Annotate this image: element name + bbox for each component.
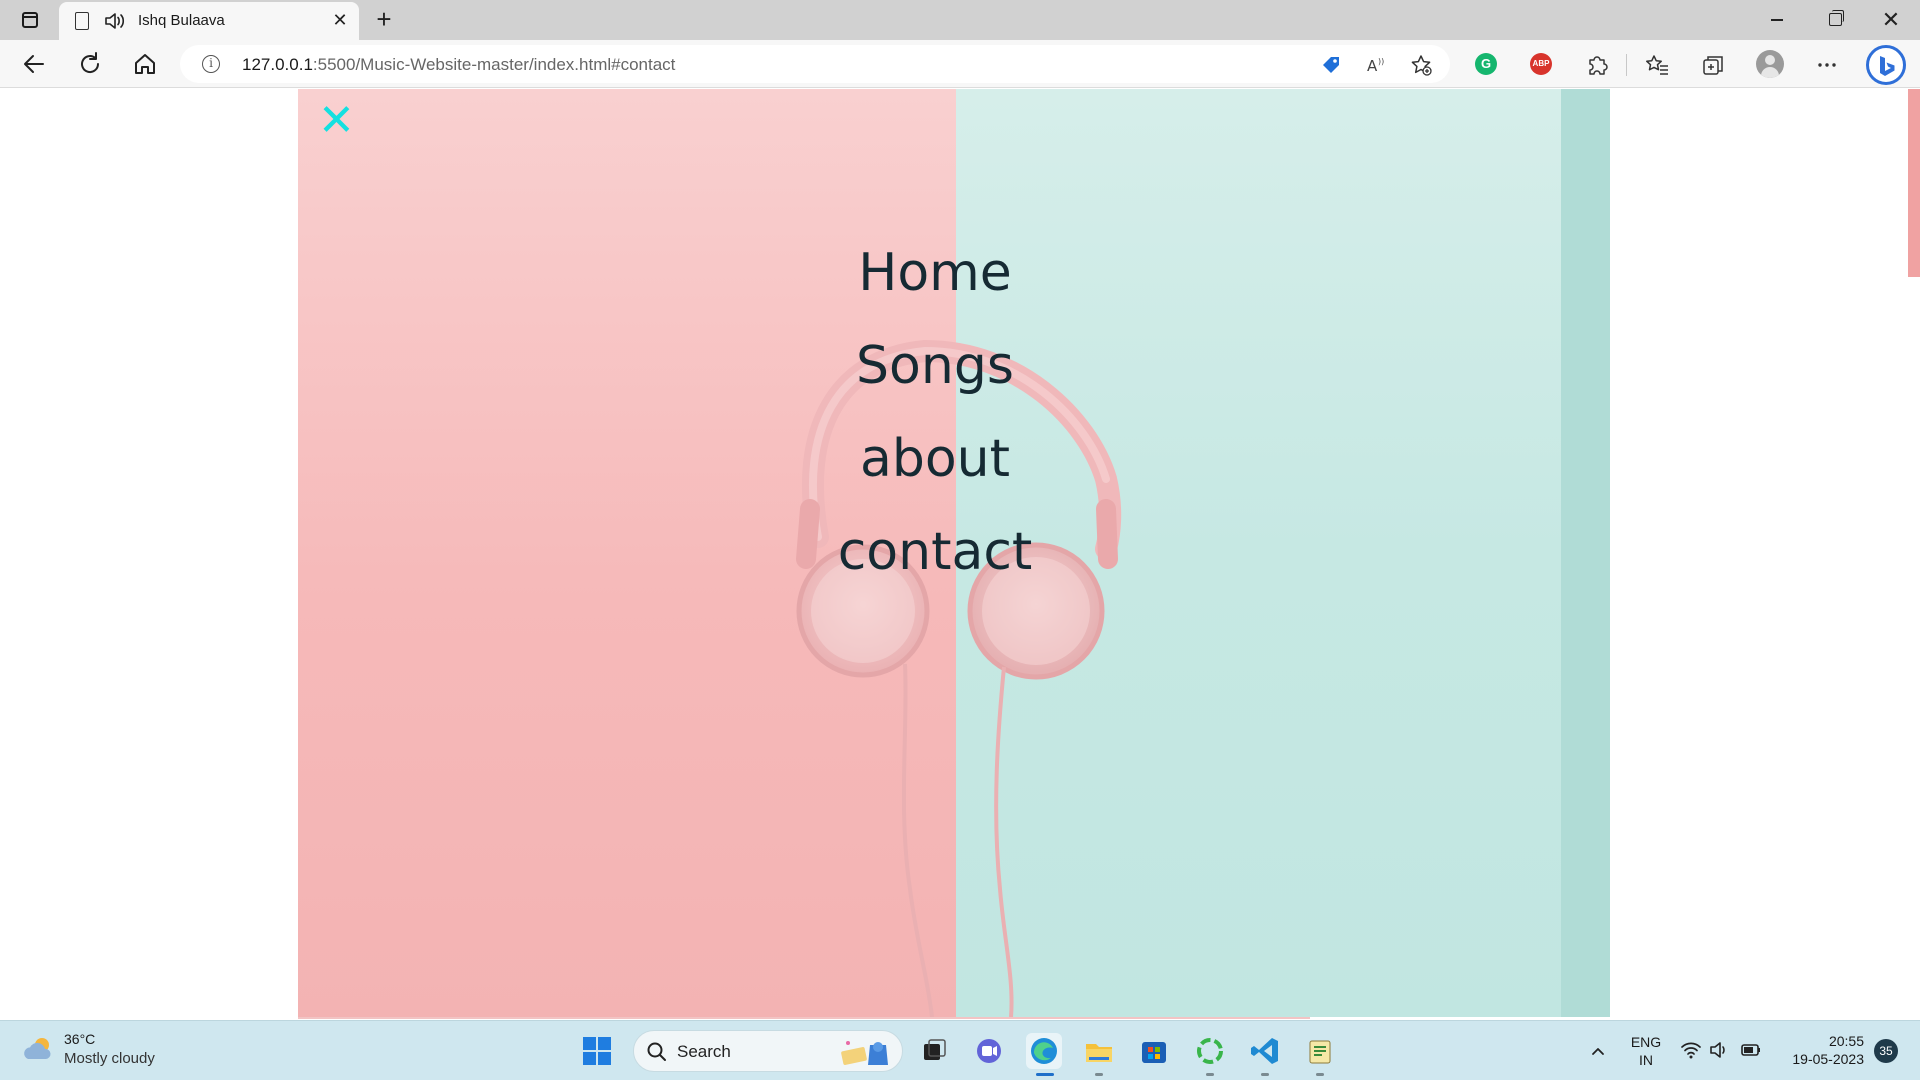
weather-temperature: 36°C: [64, 1031, 96, 1047]
home-icon[interactable]: [129, 48, 161, 80]
running-indicator-circular: [1206, 1073, 1214, 1076]
weather-description: Mostly cloudy: [64, 1050, 155, 1067]
running-indicator-notepad: [1316, 1073, 1324, 1076]
search-icon: [647, 1042, 666, 1061]
windows-start-icon[interactable]: [583, 1037, 613, 1067]
taskbar: 36°C Mostly cloudy Search ENG IN 20:55 1…: [0, 1020, 1920, 1080]
speaker-icon[interactable]: [103, 10, 127, 32]
volume-icon[interactable]: [1708, 1040, 1730, 1060]
web-page: ✕ Home Songs about contact: [0, 89, 1920, 1019]
task-view-icon[interactable]: [916, 1033, 952, 1069]
tab-title: Ishq Bulaava: [138, 12, 225, 29]
page-icon: [75, 12, 89, 30]
extensions-icon[interactable]: [1584, 52, 1610, 78]
menu-item-about[interactable]: about: [735, 413, 1135, 506]
nav-menu: Home Songs about contact: [735, 227, 1135, 599]
microsoft-store-icon[interactable]: [1136, 1033, 1172, 1069]
circular-app-icon[interactable]: [1192, 1033, 1228, 1069]
hero-bottom-border: [298, 1017, 1310, 1019]
reload-icon[interactable]: [74, 48, 106, 80]
menu-item-home[interactable]: Home: [735, 227, 1135, 320]
url-text[interactable]: 127.0.0.1:5500/Music-Website-master/inde…: [242, 55, 675, 75]
minimize-button[interactable]: [1748, 0, 1806, 40]
teams-chat-icon[interactable]: [971, 1033, 1007, 1069]
favorites-icon[interactable]: [1644, 52, 1670, 78]
search-highlight-icon: [841, 1041, 888, 1065]
grammarly-extension-icon[interactable]: G: [1475, 53, 1497, 75]
search-label: Search: [677, 1042, 731, 1061]
browser-toolbar: i 127.0.0.1:5500/Music-Website-master/in…: [0, 40, 1920, 88]
menu-item-contact[interactable]: contact: [735, 506, 1135, 599]
notepad-app-icon[interactable]: [1302, 1033, 1338, 1069]
language-indicator[interactable]: ENG IN: [1628, 1033, 1664, 1069]
taskbar-search[interactable]: Search: [633, 1030, 903, 1072]
battery-icon[interactable]: [1740, 1040, 1762, 1060]
shopping-tag-icon[interactable]: [1320, 54, 1342, 76]
toolbar-divider: [1626, 54, 1627, 76]
language-code: ENG: [1630, 1034, 1662, 1050]
running-indicator-vscode: [1261, 1073, 1269, 1076]
page-scrollbar[interactable]: [1908, 89, 1920, 277]
notification-badge[interactable]: 35: [1874, 1039, 1898, 1063]
url-path: :5500/Music-Website-master/index.html#co…: [312, 55, 676, 74]
close-tab-icon[interactable]: ✕: [329, 9, 351, 31]
clock-time: 20:55: [1828, 1033, 1864, 1049]
edge-browser-icon[interactable]: [1026, 1033, 1062, 1069]
cloudy-weather-icon[interactable]: [22, 1035, 56, 1063]
profile-avatar[interactable]: [1756, 50, 1784, 78]
clock-date: 19-05-2023: [1792, 1051, 1864, 1067]
tab-actions-icon[interactable]: [14, 8, 46, 32]
language-region: IN: [1639, 1052, 1653, 1068]
restore-button[interactable]: [1805, 0, 1863, 40]
url-host: 127.0.0.1: [242, 55, 313, 74]
address-bar[interactable]: i 127.0.0.1:5500/Music-Website-master/in…: [180, 45, 1450, 83]
vscode-icon[interactable]: [1247, 1033, 1283, 1069]
read-aloud-icon[interactable]: A)): [1365, 54, 1387, 76]
running-indicator-explorer: [1095, 1073, 1103, 1076]
browser-tab-strip: Ishq Bulaava ✕ + ✕: [0, 0, 1920, 40]
running-indicator-edge: [1036, 1073, 1054, 1076]
browser-tab-active[interactable]: Ishq Bulaava ✕: [59, 2, 359, 40]
svg-text:)): )): [1378, 57, 1384, 66]
collections-icon[interactable]: [1700, 52, 1726, 78]
adblock-extension-icon[interactable]: ABP: [1530, 53, 1552, 75]
window-close-button[interactable]: ✕: [1862, 0, 1920, 40]
bing-copilot-icon[interactable]: [1866, 45, 1906, 85]
show-hidden-icons-icon[interactable]: [1588, 1041, 1608, 1061]
back-arrow-icon[interactable]: [18, 48, 50, 80]
close-menu-icon[interactable]: ✕: [318, 99, 355, 143]
favorite-add-icon[interactable]: [1410, 54, 1432, 76]
menu-item-songs[interactable]: Songs: [735, 320, 1135, 413]
wifi-icon[interactable]: [1680, 1040, 1702, 1060]
new-tab-button[interactable]: +: [368, 4, 400, 36]
file-explorer-icon[interactable]: [1081, 1033, 1117, 1069]
more-icon[interactable]: [1814, 52, 1840, 78]
svg-text:A: A: [1367, 57, 1378, 75]
site-info-icon[interactable]: i: [202, 55, 220, 73]
system-clock[interactable]: 20:55 19-05-2023: [1780, 1032, 1864, 1068]
